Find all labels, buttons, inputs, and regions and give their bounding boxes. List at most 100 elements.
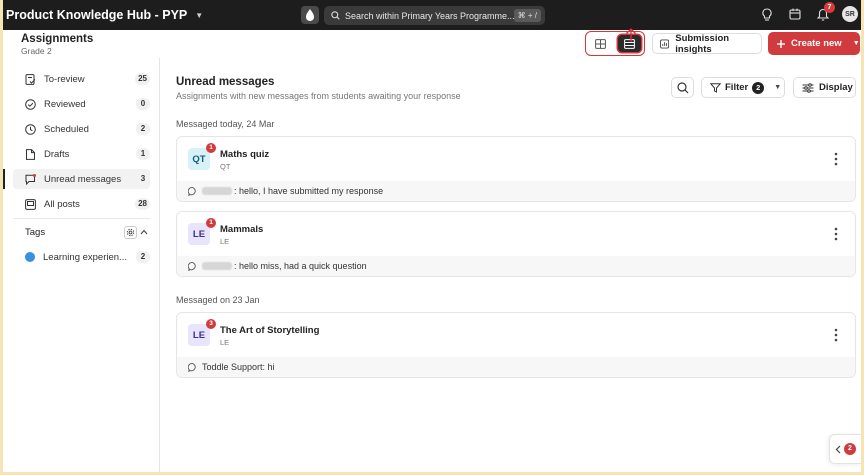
create-new-button[interactable]: Create new ▼ <box>768 32 860 55</box>
tags-label: Tags <box>25 226 46 238</box>
group-date-label: Messaged today, 24 Mar <box>176 119 275 129</box>
posts-icon <box>25 198 36 210</box>
count-badge: 2 <box>136 251 150 263</box>
collapse-panel-tab[interactable]: 2 <box>829 434 861 464</box>
sidebar-item-drafts[interactable]: Drafts 1 <box>13 144 150 164</box>
assignment-card[interactable]: QT 1 Maths quiz QT : hello, I have submi… <box>176 136 856 202</box>
assignment-card[interactable]: LE 3 The Art of Storytelling LE Toddle S… <box>176 312 856 378</box>
grid-view-icon <box>595 38 606 49</box>
latest-message[interactable]: Toddle Support : hi <box>177 357 855 377</box>
redacted-sender-name <box>202 262 232 270</box>
chat-bubble-icon <box>188 261 196 271</box>
search-placeholder: Search within Primary Years Programme... <box>345 10 515 21</box>
filter-icon <box>710 82 721 93</box>
more-options-icon[interactable] <box>834 152 838 166</box>
chat-bubble-icon <box>188 186 196 196</box>
sidebar-item-scheduled[interactable]: Scheduled 2 <box>13 119 150 139</box>
search-button[interactable] <box>671 77 694 98</box>
page-subtitle: Grade 2 <box>21 46 52 56</box>
count-badge: 3 <box>140 174 146 183</box>
assignment-code: LE <box>220 237 230 246</box>
message-sender: Toddle Support <box>202 362 263 372</box>
toddle-logo-icon[interactable] <box>301 6 319 24</box>
redacted-sender-name <box>202 187 232 195</box>
app-title[interactable]: Product Knowledge Hub - PYP <box>3 8 187 22</box>
filter-label: Filter <box>725 82 749 93</box>
annotation-arrow-icon <box>626 28 636 42</box>
card-header: QT 1 Maths quiz QT <box>177 137 855 181</box>
chevron-down-icon: ▼ <box>774 84 782 91</box>
filter-count-badge: 2 <box>752 81 765 94</box>
unread-badge: 1 <box>206 143 216 153</box>
to-review-icon <box>25 73 36 85</box>
chevron-down-icon[interactable]: ▼ <box>195 11 203 20</box>
assignment-title[interactable]: Mammals <box>220 224 263 235</box>
submission-insights-button[interactable]: Submission insights <box>652 32 762 55</box>
message-text: : hello, I have submitted my response <box>234 186 384 196</box>
group-date-label: Messaged on 23 Jan <box>176 295 260 305</box>
panel-count-badge: 2 <box>844 443 856 455</box>
board-view-button[interactable] <box>589 35 612 52</box>
assignment-code: LE <box>220 338 230 347</box>
sidebar-item-label: Reviewed <box>44 98 86 110</box>
count-badge: 25 <box>135 73 150 85</box>
page-header: Assignments Grade 2 Submission insights … <box>3 30 861 58</box>
tags-header: Tags <box>25 224 150 240</box>
unread-badge: 1 <box>206 218 216 228</box>
chart-icon <box>660 38 670 49</box>
top-actions: 7 SR <box>758 2 861 23</box>
sidebar-item-unread-messages[interactable]: Unread messages 3 <box>3 169 150 189</box>
check-circle-icon <box>25 98 36 110</box>
document-icon <box>26 148 35 160</box>
chevron-up-icon[interactable] <box>140 227 150 237</box>
sidebar-tag-item[interactable]: Learning experien... 2 <box>25 249 150 265</box>
tag-color-dot <box>25 252 35 262</box>
global-search[interactable]: Search within Primary Years Programme...… <box>324 6 545 25</box>
calendar-icon[interactable] <box>786 5 804 23</box>
lightbulb-icon[interactable] <box>758 5 776 23</box>
page-title: Assignments <box>21 33 94 45</box>
search-icon <box>676 81 688 93</box>
top-bar: Product Knowledge Hub - PYP ▼ Search wit… <box>3 0 861 30</box>
sidebar-item-label: Scheduled <box>44 123 89 135</box>
latest-message[interactable]: : hello miss, had a quick question <box>177 256 855 276</box>
sidebar-item-all-posts[interactable]: All posts 28 <box>13 194 150 214</box>
notification-badge: 7 <box>824 2 835 13</box>
count-badge: 1 <box>136 148 150 160</box>
user-avatar[interactable]: SR <box>842 6 858 22</box>
chevron-left-icon <box>835 445 841 453</box>
card-header: LE 3 The Art of Storytelling LE <box>177 313 855 357</box>
assignment-card[interactable]: LE 1 Mammals LE : hello miss, had a quic… <box>176 211 856 277</box>
filter-button[interactable]: Filter 2 ▼ <box>701 77 785 98</box>
submission-insights-label: Submission insights <box>675 32 730 55</box>
count-badge: 28 <box>135 198 150 210</box>
sidebar-item-reviewed[interactable]: Reviewed 0 <box>13 94 150 114</box>
tag-label: Learning experien... <box>43 251 127 263</box>
search-icon <box>331 11 340 20</box>
count-badge: 0 <box>136 98 150 110</box>
display-button[interactable]: Display <box>793 77 856 98</box>
assignment-title[interactable]: Maths quiz <box>220 149 269 160</box>
count-badge: 2 <box>136 123 150 135</box>
section-title: Unread messages <box>176 76 275 88</box>
sidebar-item-label: Unread messages <box>44 173 122 185</box>
latest-message[interactable]: : hello, I have submitted my response <box>177 181 855 201</box>
app-window: Product Knowledge Hub - PYP ▼ Search wit… <box>0 0 864 475</box>
more-options-icon[interactable] <box>834 328 838 342</box>
chat-bubble-icon <box>188 362 196 372</box>
gear-icon[interactable] <box>124 225 137 239</box>
sidebar-item-to-review[interactable]: To-review 25 <box>13 69 150 89</box>
sidebar-item-label: Drafts <box>44 148 70 160</box>
assignment-code: QT <box>220 162 231 171</box>
sidebar-divider <box>13 218 150 219</box>
card-header: LE 1 Mammals LE <box>177 212 855 256</box>
message-text: : hello miss, had a quick question <box>234 261 367 271</box>
chevron-down-icon: ▼ <box>852 40 860 47</box>
create-new-label: Create new <box>791 38 842 49</box>
section-subtitle: Assignments with new messages from stude… <box>176 91 461 101</box>
search-shortcut: ⌘ + / <box>513 9 541 22</box>
more-options-icon[interactable] <box>834 227 838 241</box>
assignment-title[interactable]: The Art of Storytelling <box>220 325 319 336</box>
bell-icon[interactable]: 7 <box>814 2 835 23</box>
clock-icon <box>25 123 36 135</box>
